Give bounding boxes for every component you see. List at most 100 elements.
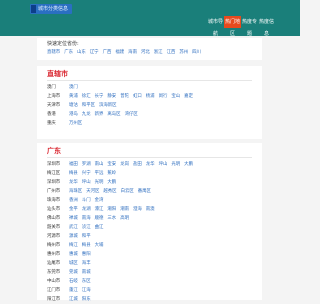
province-link[interactable]: 江西 [167, 50, 176, 55]
city-label[interactable]: 韶关市 [47, 223, 69, 232]
district-link[interactable]: 梅江 [69, 243, 78, 248]
district-link[interactable]: 龙岗 [120, 162, 129, 167]
district-link[interactable]: 石岐 [69, 279, 78, 284]
nav-item-3[interactable]: 热度信息 [258, 16, 275, 37]
district-link[interactable]: 光明 [95, 180, 104, 185]
province-link[interactable]: 浙江 [154, 50, 163, 55]
district-link[interactable]: 闵行 [159, 94, 168, 99]
district-link[interactable]: 浈江 [82, 225, 91, 230]
district-link[interactable]: 港岛 [69, 112, 78, 117]
nav-item-2[interactable]: 热度专题 [241, 16, 258, 37]
district-link[interactable]: 嘉定 [184, 94, 193, 99]
city-label[interactable]: 河源市 [47, 232, 69, 241]
district-link[interactable]: 宝山 [171, 94, 180, 99]
district-link[interactable]: 澳门 [69, 85, 78, 90]
city-label[interactable]: 深圳市 [47, 178, 69, 187]
district-link[interactable]: 盐田 [133, 162, 142, 167]
district-link[interactable]: 普陀 [120, 94, 129, 99]
district-link[interactable]: 和平区 [82, 103, 95, 108]
province-link[interactable]: 四川 [192, 50, 201, 55]
nav-item-1[interactable]: 热门地区 [224, 16, 241, 37]
district-link[interactable]: 蓬江 [69, 288, 78, 293]
district-link[interactable]: 江海 [82, 288, 91, 293]
district-link[interactable]: 塘沽 [69, 103, 78, 108]
district-link[interactable]: 罗湖 [82, 162, 91, 167]
district-link[interactable]: 龙华 [69, 180, 78, 185]
district-link[interactable]: 天河区 [86, 189, 99, 194]
district-link[interactable]: 湾仔区 [125, 112, 138, 117]
district-link[interactable]: 南澳 [146, 207, 155, 212]
district-link[interactable]: 蕉岭 [107, 171, 116, 176]
city-label[interactable]: 重庆 [47, 119, 69, 128]
district-link[interactable]: 禅城 [69, 216, 78, 221]
district-link[interactable]: 潮阳 [107, 207, 116, 212]
district-link[interactable]: 平远 [95, 171, 104, 176]
district-link[interactable]: 龙湖 [82, 207, 91, 212]
district-link[interactable]: 金平 [69, 207, 78, 212]
district-link[interactable]: 九龙 [82, 112, 91, 117]
city-label[interactable]: 汕头市 [47, 205, 69, 214]
district-link[interactable]: 南海 [82, 216, 91, 221]
city-label[interactable]: 上海市 [47, 92, 69, 101]
district-link[interactable]: 宝安 [107, 162, 116, 167]
city-label[interactable]: 澳门 [47, 83, 69, 92]
district-link[interactable]: 光明 [171, 162, 180, 167]
district-link[interactable]: 惠阳 [82, 252, 91, 257]
district-link[interactable]: 番禺区 [138, 189, 151, 194]
district-link[interactable]: 大鹏 [184, 162, 193, 167]
district-link[interactable]: 和平 [82, 234, 91, 239]
district-link[interactable]: 越秀区 [103, 189, 116, 194]
district-link[interactable]: 大埔 [95, 243, 104, 248]
province-link[interactable]: 广西 [103, 50, 112, 55]
district-link[interactable]: 顺德 [95, 216, 104, 221]
district-link[interactable]: 静安 [107, 94, 116, 99]
district-link[interactable]: 坪山 [82, 180, 91, 185]
city-label[interactable]: 佛山市 [47, 214, 69, 223]
district-link[interactable]: 滨海新区 [99, 103, 117, 108]
district-link[interactable]: 白云区 [121, 189, 134, 194]
district-link[interactable]: 莞城 [69, 270, 78, 275]
city-label[interactable]: 中山市 [47, 277, 69, 286]
district-link[interactable]: 城区 [69, 261, 78, 266]
province-link[interactable]: 广东 [64, 50, 73, 55]
district-link[interactable]: 濠江 [95, 207, 104, 212]
district-link[interactable]: 香洲 [69, 198, 78, 203]
district-link[interactable]: 黄浦 [69, 94, 78, 99]
province-link[interactable]: 直辖市 [47, 50, 60, 55]
district-link[interactable]: 杨浦 [146, 94, 155, 99]
district-link[interactable]: 潮南 [120, 207, 129, 212]
district-link[interactable]: 虹口 [133, 94, 142, 99]
district-link[interactable]: 惠城 [69, 252, 78, 257]
district-link[interactable]: 东区 [82, 279, 91, 284]
district-link[interactable]: 三水 [107, 216, 116, 221]
province-link[interactable]: 辽宁 [90, 50, 99, 55]
district-link[interactable]: 梅县 [69, 171, 78, 176]
district-link[interactable]: 南山 [95, 162, 104, 167]
city-label[interactable]: 珠海市 [47, 196, 69, 205]
district-link[interactable]: 徐汇 [82, 94, 91, 99]
city-label[interactable]: 广州市 [47, 187, 69, 196]
district-link[interactable]: 大鹏 [107, 180, 116, 185]
province-link[interactable]: 苏州 [179, 50, 188, 55]
province-link[interactable]: 海南 [128, 50, 137, 55]
district-link[interactable]: 南城 [82, 270, 91, 275]
city-label[interactable]: 梅州市 [47, 241, 69, 250]
province-link[interactable]: 河北 [141, 50, 150, 55]
district-link[interactable]: 斗门 [82, 198, 91, 203]
district-link[interactable]: 福田 [69, 162, 78, 167]
district-link[interactable]: 龙华 [146, 162, 155, 167]
district-link[interactable]: 梅县 [82, 243, 91, 248]
city-label[interactable]: 江门市 [47, 286, 69, 295]
city-label[interactable]: 天津市 [47, 101, 69, 110]
district-link[interactable]: 澄海 [133, 207, 142, 212]
district-link[interactable]: 源城 [69, 234, 78, 239]
city-label[interactable]: 深圳市 [47, 160, 69, 169]
province-link[interactable]: 福建 [115, 50, 124, 55]
city-label[interactable]: 汕尾市 [47, 259, 69, 268]
district-link[interactable]: 长宁 [95, 94, 104, 99]
district-link[interactable]: 新界 [95, 112, 104, 117]
city-label[interactable]: 惠州市 [47, 250, 69, 259]
district-link[interactable]: 海珠区 [69, 189, 82, 194]
city-label[interactable]: 香港 [47, 110, 69, 119]
district-link[interactable]: 曲江 [95, 225, 104, 230]
